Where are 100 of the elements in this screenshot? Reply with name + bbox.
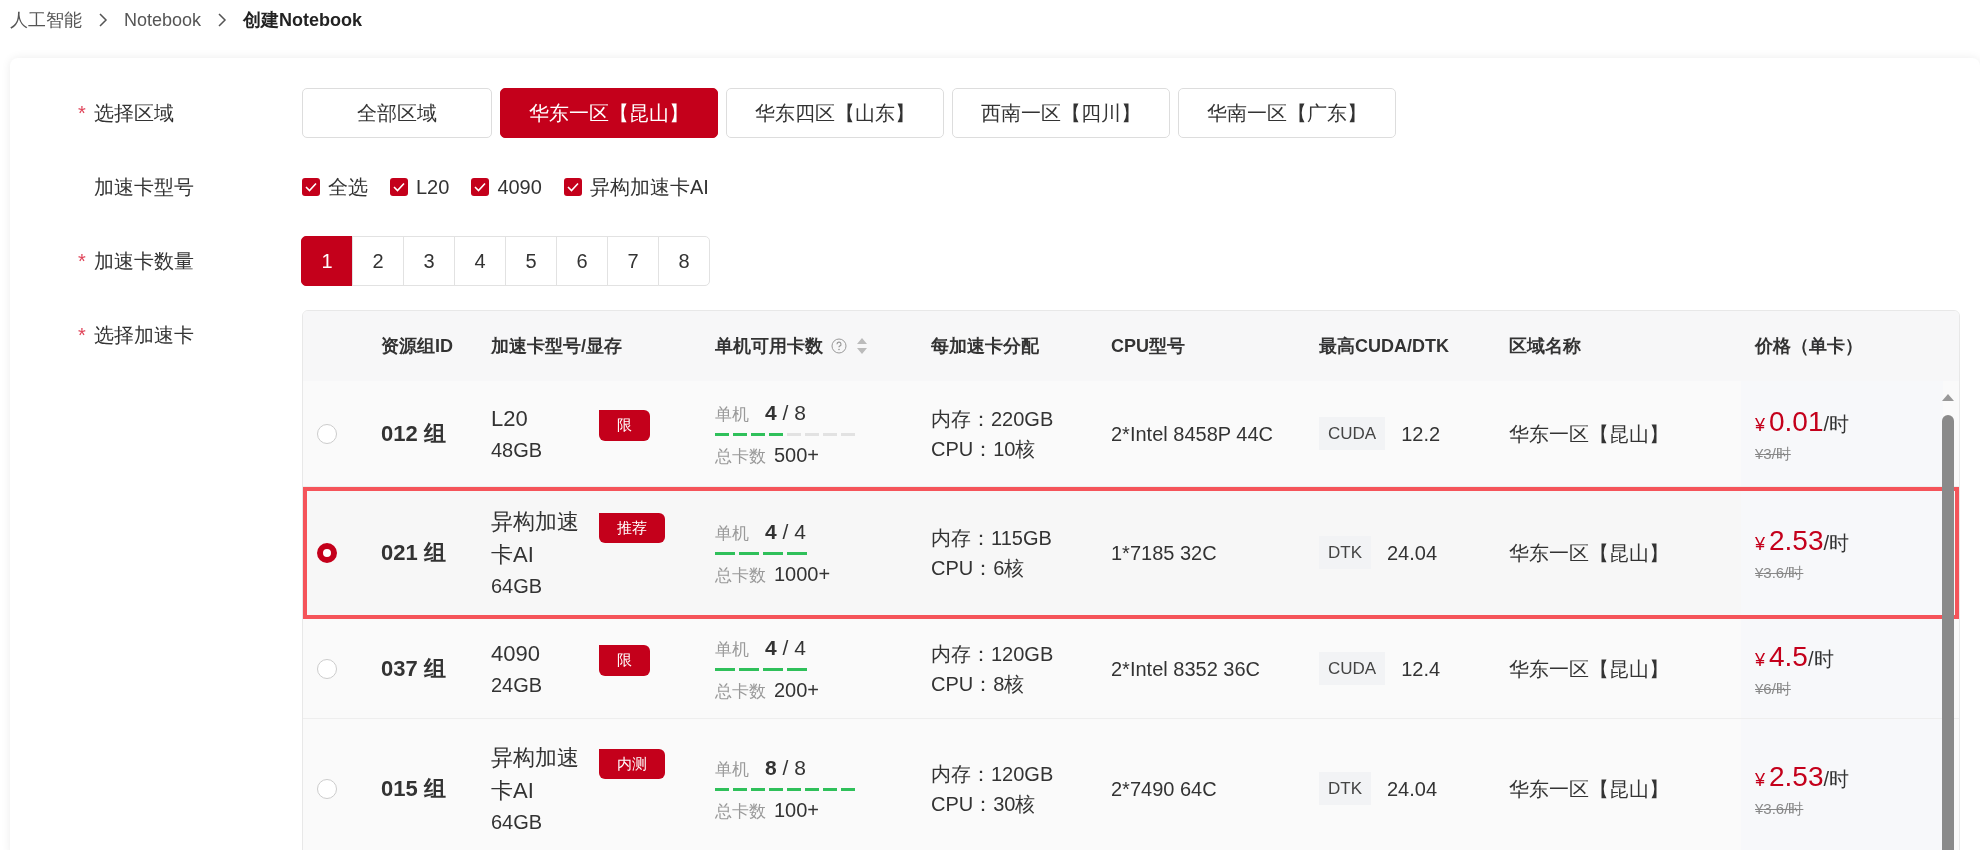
price: 0.01 — [1769, 405, 1824, 440]
checkbox[interactable] — [302, 178, 320, 196]
tag: 限 — [599, 645, 650, 676]
column-header: 单机可用卡数 — [715, 334, 823, 358]
sdk-badge: DTK — [1319, 771, 1371, 806]
radio-button[interactable] — [317, 542, 337, 563]
chevron-icon — [217, 13, 228, 27]
table-cell-text: 4 / 8 — [765, 400, 806, 427]
table-cell: 华东一区【昆山】 — [1509, 541, 1669, 564]
count-button[interactable]: 7 — [607, 236, 659, 286]
count-button[interactable]: 6 — [556, 236, 608, 286]
price: 4.5 — [1769, 640, 1808, 675]
column-header: 资源组ID — [381, 334, 453, 358]
table-cell-text: 总卡数 — [715, 564, 766, 587]
table-row[interactable]: 012 组 L20 48GB 限 单机 4 / 8 总卡数 500+ 内存：220GB CPU：10核 2*Intel 8458P 44C CUDA 12.2 华东一区【昆山】 ¥0.01/时 ¥3/时 — [303, 381, 1959, 487]
breadcrumb-link[interactable]: Notebook — [124, 6, 202, 34]
table-cell-text: L20 — [491, 405, 529, 433]
table-cell-text: CPU：6核 — [931, 555, 1026, 581]
chevron-icon — [98, 13, 108, 27]
sdk-badge: CUDA — [1319, 651, 1386, 686]
count-button[interactable]: 3 — [403, 236, 455, 286]
field-label: 选择区域 — [94, 101, 174, 126]
table-cell-text: CPU：8核 — [931, 671, 1026, 697]
table-cell-text: 48GB — [491, 438, 544, 463]
table-cell-text: 24GB — [491, 673, 544, 698]
table-cell-text: 64GB — [491, 573, 544, 599]
currency-symbol: ¥ — [1755, 649, 1765, 673]
sdk-badge: CUDA — [1319, 416, 1386, 451]
count-button[interactable]: 4 — [454, 236, 506, 286]
table-cell: 021 组 — [381, 540, 446, 565]
tag: 限 — [599, 410, 650, 441]
table-cell-text: 12.4 — [1401, 656, 1441, 682]
count-button[interactable]: 5 — [505, 236, 557, 286]
table-cell-text: 24.04 — [1387, 776, 1438, 802]
column-header: 价格（单卡） — [1755, 334, 1863, 358]
checkbox[interactable] — [563, 178, 582, 196]
table-cell-text: 内存：220GB — [931, 406, 1055, 432]
table-cell-text: 100+ — [774, 797, 820, 823]
price: 2.53 — [1769, 760, 1824, 795]
table-cell-text: 内存：115GB — [931, 525, 1053, 551]
table-cell-text: 4 / 4 — [765, 635, 806, 662]
table-cell-text: 异构加速卡AI — [491, 507, 580, 569]
checkbox[interactable] — [390, 178, 408, 196]
tag: 推荐 — [599, 512, 665, 543]
table-cell: 2*7490 64C — [1111, 777, 1217, 800]
table-cell-text: 单机 — [715, 404, 749, 427]
table-cell-text: 64GB — [491, 809, 544, 835]
price-unit: /时 — [1823, 532, 1850, 557]
checkbox-label: 全选 — [328, 175, 368, 200]
table-cell-text: CPU：30核 — [931, 791, 1037, 817]
old-price: ¥3.6/时 — [1755, 799, 1805, 820]
table-cell-text: 4 / 4 — [765, 519, 806, 546]
breadcrumb-link[interactable]: 人工智能 — [10, 6, 82, 34]
table-cell-text: 200+ — [774, 677, 820, 703]
region-button[interactable]: 全部区域 — [302, 88, 492, 138]
checkbox-label: 异构加速卡AI — [589, 175, 709, 200]
table-cell: 012 组 — [381, 421, 446, 446]
column-header: 每加速卡分配 — [931, 334, 1039, 358]
price-unit: /时 — [1807, 648, 1834, 673]
required-mark: * — [78, 101, 87, 126]
price: 2.53 — [1769, 524, 1824, 559]
count-button[interactable]: 8 — [658, 236, 710, 286]
table-cell-text: 单机 — [715, 639, 749, 662]
table-cell-text: 内存：120GB — [931, 641, 1055, 667]
table-cell-text: 总卡数 — [715, 680, 766, 703]
count-button[interactable]: 1 — [301, 236, 353, 286]
table-cell-text: CPU：10核 — [931, 436, 1037, 462]
region-button[interactable]: 华东四区【山东】 — [726, 88, 944, 138]
count-button[interactable]: 2 — [352, 236, 404, 286]
region-button[interactable]: 西南一区【四川】 — [952, 88, 1170, 138]
column-header: 最高CUDA/DTK — [1319, 334, 1449, 358]
column-header: 加速卡型号/显存 — [491, 334, 622, 358]
table-cell-text: 1000+ — [774, 561, 831, 587]
currency-symbol: ¥ — [1755, 533, 1765, 557]
region-button[interactable]: 华东一区【昆山】 — [500, 88, 718, 138]
column-header: CPU型号 — [1111, 334, 1185, 358]
table-row[interactable]: 021 组 异构加速卡AI 64GB 推荐 单机 4 / 4 总卡数 1000+ 内存：115GB CPU：6核 1*7185 32C DTK 24.04 华东一区【昆山】 ¥2.53/时 ¥3.6/时 — [303, 487, 1959, 619]
column-header: 区域名称 — [1509, 334, 1581, 358]
table-cell-text: 总卡数 — [715, 445, 766, 468]
table-cell: 015 组 — [381, 776, 446, 801]
table-cell-text: 24.04 — [1387, 540, 1438, 566]
field-label: 选择加速卡 — [94, 323, 194, 348]
table-row[interactable]: 037 组 4090 24GB 限 单机 4 / 4 总卡数 200+ 内存：120GB CPU：8核 2*Intel 8352 36C CUDA 12.4 华东一区【昆山】 ¥4.5/时 ¥6/时 — [303, 619, 1959, 719]
price-unit: /时 — [1823, 768, 1850, 793]
table-cell-text: 4090 — [491, 640, 541, 668]
table-cell-text: 内存：120GB — [931, 761, 1055, 787]
price-unit: /时 — [1823, 413, 1850, 438]
table-cell: 华东一区【昆山】 — [1509, 777, 1669, 800]
region-button[interactable]: 华南一区【广东】 — [1178, 88, 1396, 138]
old-price: ¥3.6/时 — [1755, 563, 1805, 584]
table-cell-text: 8 / 8 — [765, 755, 806, 782]
table-cell: 037 组 — [381, 656, 446, 681]
field-label: 加速卡型号 — [94, 175, 194, 200]
table-row[interactable]: 015 组 异构加速卡AI 64GB 内测 单机 8 / 8 总卡数 100+ 内存：120GB CPU：30核 2*7490 64C DTK 24.04 华东一区【昆山】 ¥2.53/时 ¥3.6/时 — [303, 719, 1959, 850]
checkmark-icon — [566, 182, 579, 192]
checkbox[interactable] — [471, 178, 490, 196]
checkmark-icon — [474, 182, 487, 192]
table-cell-text: 异构加速卡AI — [491, 743, 580, 805]
currency-symbol: ¥ — [1755, 414, 1765, 438]
table-cell-text: 12.2 — [1401, 421, 1441, 447]
